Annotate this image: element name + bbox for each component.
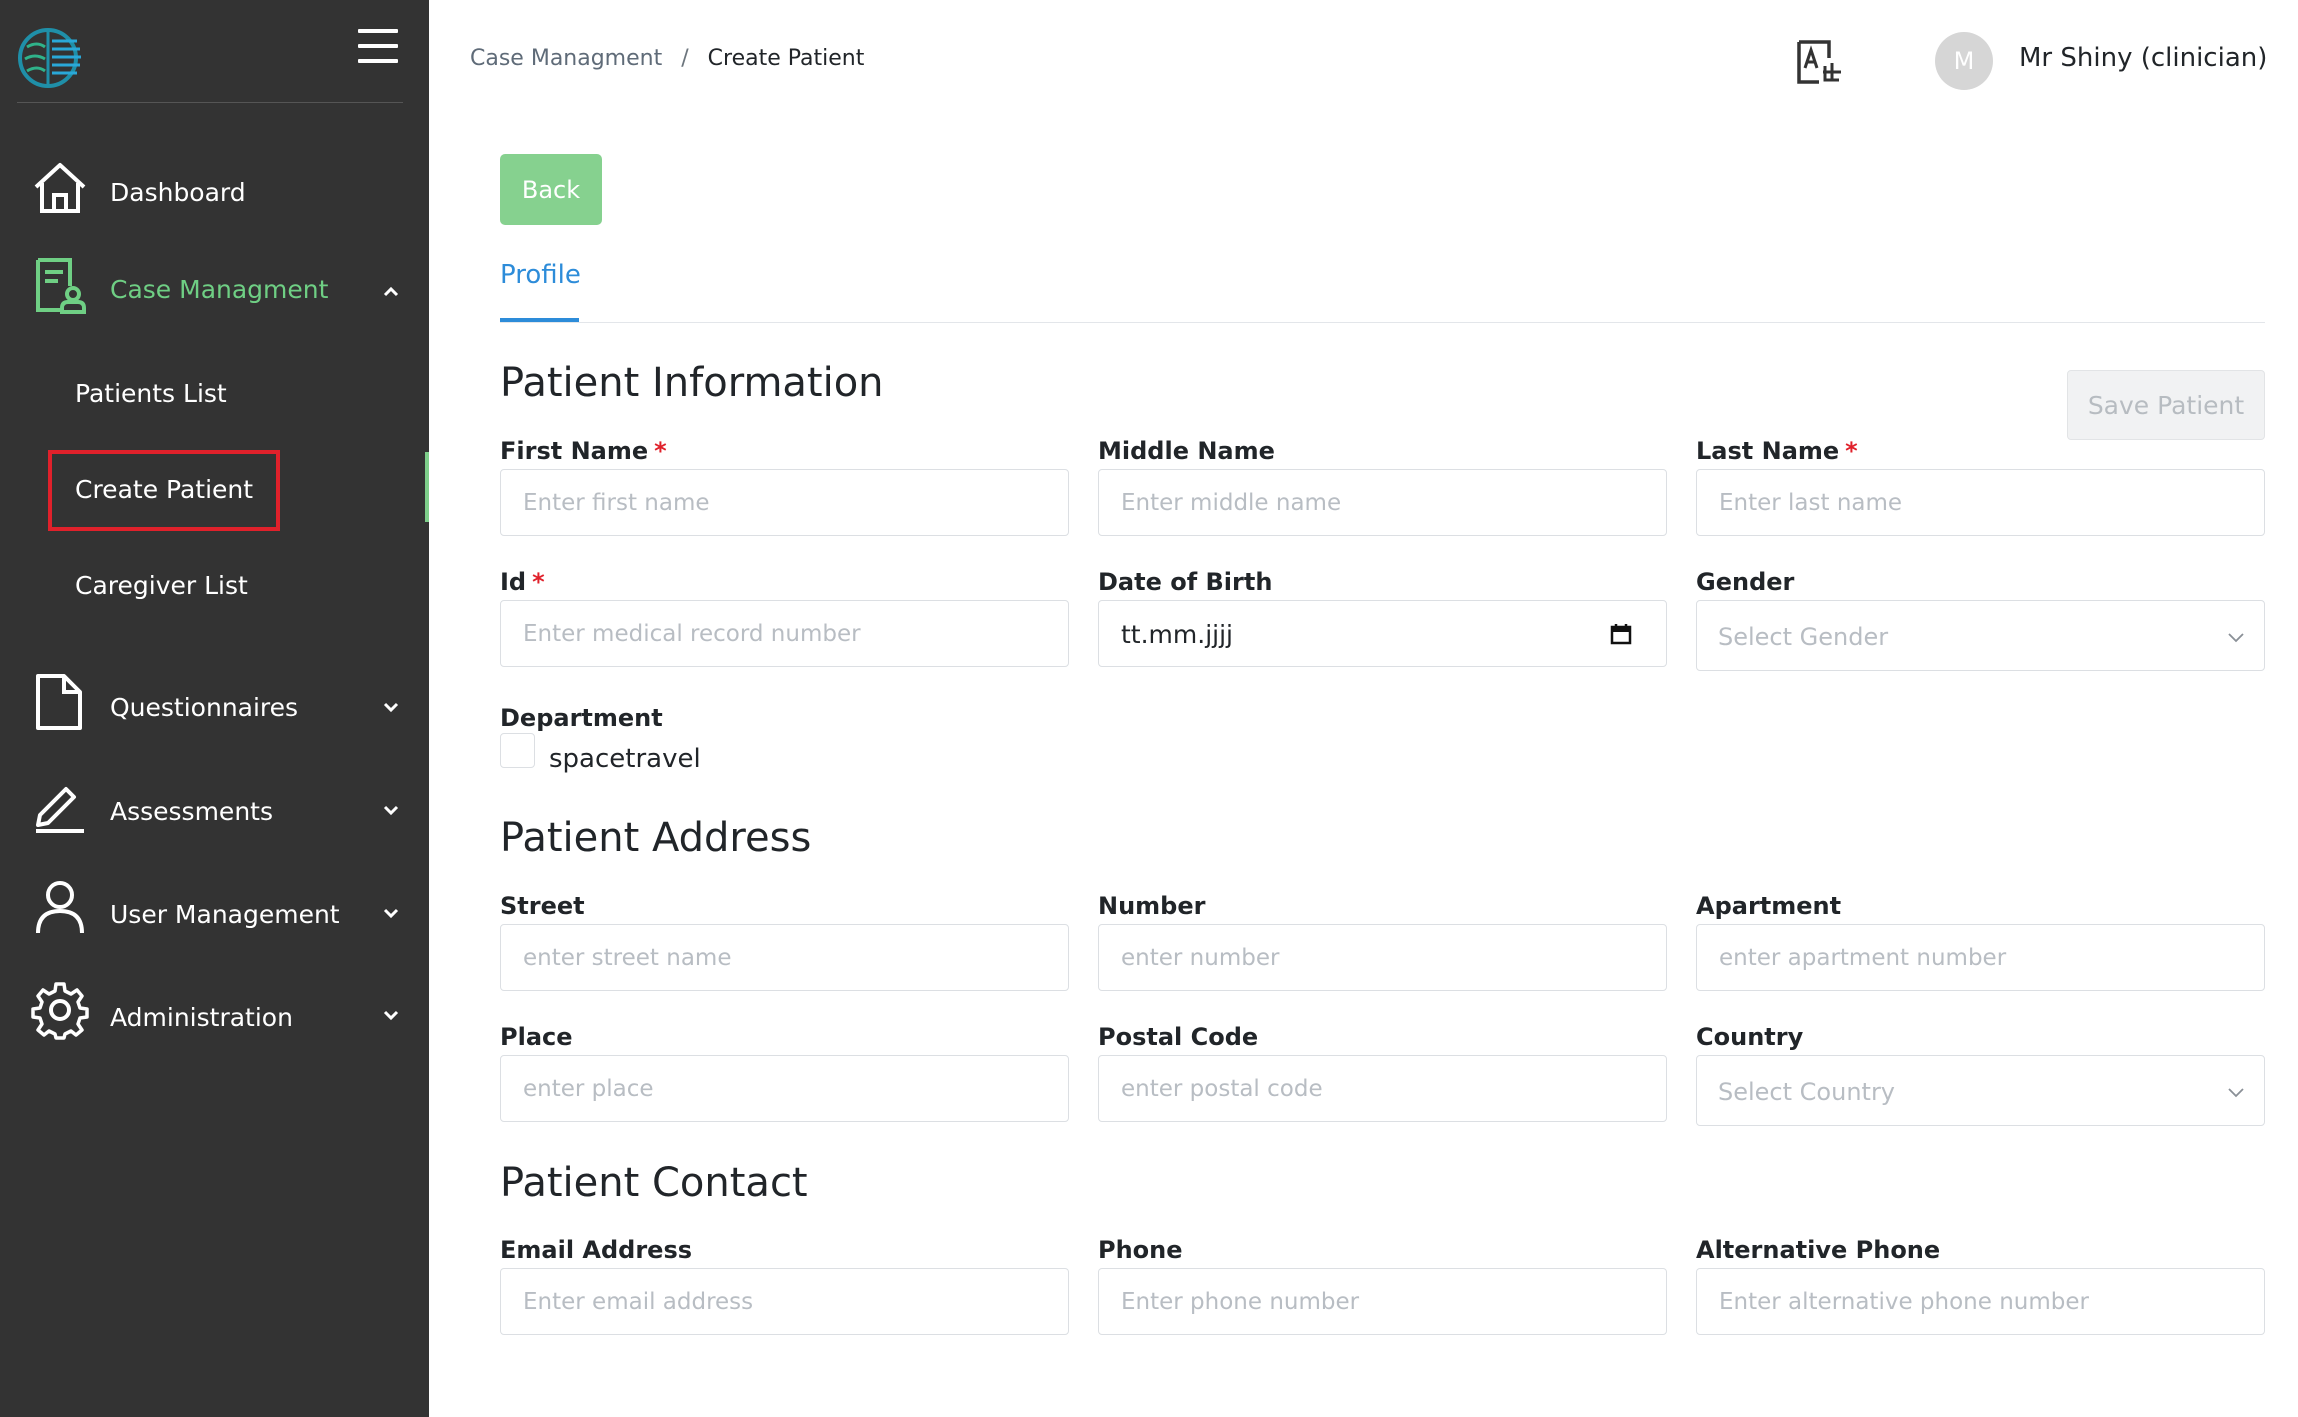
chevron-down-icon — [383, 1010, 399, 1021]
phone-field[interactable] — [1098, 1268, 1667, 1335]
dob-field[interactable]: tt.mm.jjjj — [1098, 600, 1667, 667]
required-mark: * — [1845, 437, 1858, 465]
breadcrumb: Case Managment / Create Patient — [470, 46, 864, 71]
menu-toggle-icon[interactable] — [358, 29, 398, 65]
brain-logo-icon — [18, 28, 81, 88]
id-label: Id * — [500, 568, 545, 596]
phone-label: Phone — [1098, 1236, 1183, 1264]
active-indicator — [425, 452, 429, 522]
translate-icon[interactable] — [1795, 38, 1843, 86]
country-select-value: Select Country — [1718, 1078, 1896, 1106]
sidebar-subitem-patients-list[interactable]: Patients List — [75, 379, 227, 408]
sidebar-subitem-create-patient[interactable]: Create Patient — [75, 475, 253, 504]
home-icon — [34, 163, 86, 213]
apartment-field[interactable] — [1696, 924, 2265, 991]
middle-name-field[interactable] — [1098, 469, 1667, 536]
apartment-label: Apartment — [1696, 892, 1842, 920]
user-icon — [36, 881, 84, 934]
sidebar-divider — [17, 102, 403, 103]
country-select[interactable]: Select Country — [1696, 1055, 2265, 1126]
number-field[interactable] — [1098, 924, 1667, 991]
calendar-icon[interactable] — [1610, 623, 1632, 645]
chevron-down-icon — [383, 908, 399, 919]
last-name-label: Last Name * — [1696, 437, 1858, 465]
sidebar-item-label: Case Managment — [110, 275, 329, 304]
sidebar-item-user-management[interactable]: User Management — [0, 877, 429, 947]
middle-name-label: Middle Name — [1098, 437, 1275, 465]
breadcrumb-current: Create Patient — [707, 46, 865, 71]
email-label: Email Address — [500, 1236, 693, 1264]
sidebar-item-dashboard[interactable]: Dashboard — [0, 159, 429, 229]
postal-code-field[interactable] — [1098, 1055, 1667, 1122]
chevron-down-icon — [2228, 1088, 2244, 1098]
case-icon — [36, 258, 86, 314]
chevron-down-icon — [383, 805, 399, 816]
back-button[interactable]: Back — [500, 154, 602, 225]
gear-icon — [31, 982, 89, 1040]
section-title-patient-contact: Patient Contact — [500, 1160, 808, 1206]
place-field[interactable] — [500, 1055, 1069, 1122]
first-name-field[interactable] — [500, 469, 1069, 536]
sidebar-item-label: Dashboard — [110, 178, 246, 207]
document-icon — [36, 674, 82, 730]
save-patient-button[interactable]: Save Patient — [2067, 370, 2265, 440]
postal-code-label: Postal Code — [1098, 1023, 1259, 1051]
street-field[interactable] — [500, 924, 1069, 991]
department-label: Department — [500, 704, 663, 732]
breadcrumb-link-case-managment[interactable]: Case Managment — [470, 46, 662, 71]
user-name[interactable]: Mr Shiny (clinician) — [2019, 43, 2267, 73]
breadcrumb-separator: / — [681, 46, 689, 71]
pen-icon — [36, 787, 84, 833]
chevron-down-icon — [383, 702, 399, 713]
required-mark: * — [532, 568, 545, 596]
gender-select[interactable]: Select Gender — [1696, 600, 2265, 671]
department-checkbox[interactable] — [500, 733, 535, 768]
sidebar-item-administration[interactable]: Administration — [0, 980, 429, 1050]
sidebar-item-case-managment[interactable]: Case Managment — [0, 256, 429, 326]
sidebar-item-label: User Management — [110, 900, 340, 929]
department-option-label: spacetravel — [549, 744, 701, 774]
sidebar: Dashboard Case Managment Patients List C… — [0, 0, 429, 1417]
avatar[interactable]: M — [1935, 32, 1993, 90]
sidebar-item-assessments[interactable]: Assessments — [0, 775, 429, 845]
number-label: Number — [1098, 892, 1206, 920]
section-title-patient-information: Patient Information — [500, 360, 884, 406]
sidebar-item-questionnaires[interactable]: Questionnaires — [0, 672, 429, 742]
required-mark: * — [654, 437, 667, 465]
dob-value: tt.mm.jjjj — [1121, 620, 1233, 649]
last-name-field[interactable] — [1696, 469, 2265, 536]
first-name-label: First Name * — [500, 437, 667, 465]
sidebar-item-label: Questionnaires — [110, 693, 299, 722]
place-label: Place — [500, 1023, 573, 1051]
chevron-up-icon — [383, 286, 399, 297]
tab-divider — [500, 322, 2265, 323]
id-field[interactable] — [500, 600, 1069, 667]
sidebar-item-label: Assessments — [110, 797, 273, 826]
gender-select-value: Select Gender — [1718, 623, 1889, 651]
section-title-patient-address: Patient Address — [500, 815, 812, 861]
sidebar-item-label: Administration — [110, 1003, 293, 1032]
sidebar-subitem-caregiver-list[interactable]: Caregiver List — [75, 571, 248, 600]
chevron-down-icon — [2228, 633, 2244, 643]
alternative-phone-field[interactable] — [1696, 1268, 2265, 1335]
email-field[interactable] — [500, 1268, 1069, 1335]
alternative-phone-label: Alternative Phone — [1696, 1236, 1941, 1264]
gender-label: Gender — [1696, 568, 1795, 596]
country-label: Country — [1696, 1023, 1804, 1051]
dob-label: Date of Birth — [1098, 568, 1273, 596]
tab-profile[interactable]: Profile — [500, 260, 581, 290]
street-label: Street — [500, 892, 585, 920]
